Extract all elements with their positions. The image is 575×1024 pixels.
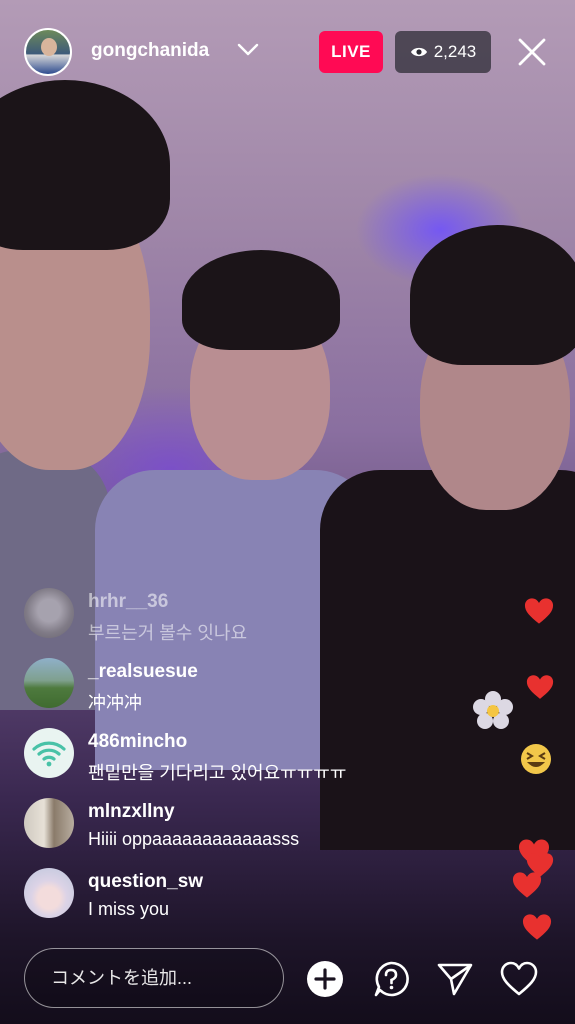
heart-reaction bbox=[522, 914, 552, 940]
host-username[interactable]: gongchanida bbox=[91, 40, 209, 62]
commenter-username[interactable]: _realsuesue bbox=[88, 661, 198, 683]
comment-item[interactable]: question_sw I miss you bbox=[24, 865, 444, 935]
heart-reaction bbox=[512, 872, 542, 898]
comment-text: 冲冲冲 bbox=[88, 693, 142, 713]
commenter-avatar[interactable] bbox=[24, 588, 74, 638]
commenter-avatar[interactable] bbox=[24, 798, 74, 848]
comment-text: 팬밑만을 기다리고 있어요ㅠㅠㅠㅠ bbox=[88, 763, 347, 783]
comment-item[interactable]: mlnzxllny Hiiii oppaaaaaaaaaaaasss bbox=[24, 795, 444, 865]
comment-item[interactable]: hrhr__36 부르는거 볼수 잇나요 bbox=[24, 585, 444, 655]
heart-reaction bbox=[524, 598, 554, 624]
comment-text: 부르는거 볼수 잇나요 bbox=[88, 623, 248, 643]
chevron-down-icon[interactable] bbox=[236, 40, 260, 60]
commenter-username[interactable]: 486mincho bbox=[88, 731, 187, 753]
host-avatar[interactable] bbox=[24, 28, 72, 76]
comment-item[interactable]: _realsuesue 冲冲冲 bbox=[24, 655, 444, 725]
bottom-bar bbox=[24, 948, 551, 1010]
wifi-icon bbox=[32, 741, 66, 767]
live-badge: LIVE bbox=[319, 31, 383, 73]
grin-squint-emoji bbox=[521, 744, 551, 774]
viewer-count-badge[interactable]: 2,243 bbox=[395, 31, 491, 73]
commenter-username[interactable]: mlnzxllny bbox=[88, 801, 175, 823]
close-icon[interactable] bbox=[517, 37, 547, 67]
question-icon[interactable] bbox=[372, 960, 410, 998]
heart-reaction bbox=[526, 675, 554, 699]
comment-text: Hiiii oppaaaaaaaaaaaasss bbox=[88, 829, 300, 849]
commenter-avatar[interactable] bbox=[24, 658, 74, 708]
comment-text: I miss you bbox=[88, 899, 170, 919]
viewer-count: 2,243 bbox=[433, 42, 477, 61]
comment-list: hrhr__36 부르는거 볼수 잇나요 _realsuesue 冲冲冲 486… bbox=[24, 585, 444, 935]
flower-reaction bbox=[473, 691, 513, 729]
eye-icon bbox=[410, 47, 427, 57]
commenter-avatar[interactable] bbox=[24, 728, 74, 778]
live-stream-screen: gongchanida LIVE 2,243 hrhr__36 부르는거 볼수 … bbox=[0, 0, 575, 1024]
comment-item[interactable]: 486mincho 팬밑만을 기다리고 있어요ㅠㅠㅠㅠ bbox=[24, 725, 444, 795]
comment-input[interactable] bbox=[51, 967, 271, 989]
top-bar: gongchanida LIVE 2,243 bbox=[24, 24, 551, 80]
comment-input-wrapper[interactable] bbox=[24, 948, 284, 1008]
commenter-avatar[interactable] bbox=[24, 868, 74, 918]
commenter-username[interactable]: hrhr__36 bbox=[88, 591, 168, 613]
add-circle-icon[interactable] bbox=[306, 960, 344, 998]
heart-icon[interactable] bbox=[500, 960, 538, 998]
commenter-username[interactable]: question_sw bbox=[88, 871, 203, 893]
live-label: LIVE bbox=[331, 42, 371, 61]
send-icon[interactable] bbox=[436, 960, 474, 998]
